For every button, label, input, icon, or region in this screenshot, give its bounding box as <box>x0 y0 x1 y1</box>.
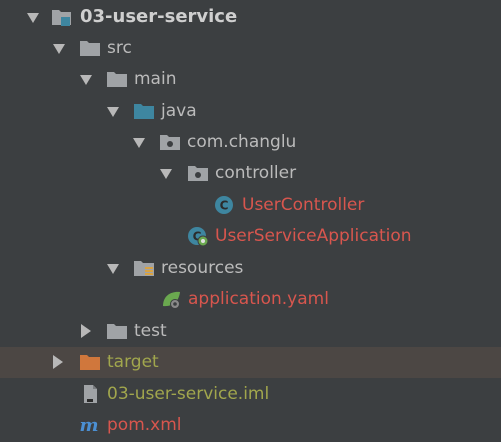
tree-node-label: test <box>134 321 167 341</box>
tree-node-label: 03-user-service <box>80 6 238 27</box>
tree-node-user-service-application[interactable]: C UserServiceApplication <box>0 221 501 252</box>
tree-node-root[interactable]: 03-user-service <box>0 2 501 33</box>
tree-node-label: target <box>107 352 159 372</box>
tree-node-label: application.yaml <box>188 289 329 309</box>
source-root-folder-icon <box>133 101 155 121</box>
expand-arrow-icon[interactable] <box>80 75 92 85</box>
folder-icon <box>79 38 101 58</box>
iml-file-icon <box>79 384 101 404</box>
expand-arrow-icon[interactable] <box>160 169 172 179</box>
resources-folder-icon <box>133 258 155 278</box>
tree-node-label: UserServiceApplication <box>215 226 412 246</box>
tree-node-pom-xml[interactable]: m pom.xml <box>0 410 501 441</box>
excluded-folder-icon <box>79 352 101 372</box>
spring-config-icon <box>160 289 182 309</box>
expand-arrow-icon[interactable] <box>27 13 39 23</box>
svg-text:m: m <box>79 415 98 435</box>
tree-node-label: java <box>161 101 197 121</box>
tree-node-package-controller[interactable]: controller <box>0 158 501 189</box>
tree-node-label: com.changlu <box>187 132 297 152</box>
tree-node-src[interactable]: src <box>0 33 501 64</box>
tree-node-application-yaml[interactable]: application.yaml <box>0 284 501 315</box>
spring-boot-app-icon: C <box>187 226 209 246</box>
tree-node-test[interactable]: test <box>0 316 501 347</box>
expand-arrow-icon[interactable] <box>107 107 119 117</box>
collapse-arrow-icon[interactable] <box>53 355 63 369</box>
tree-node-label: resources <box>161 258 244 278</box>
maven-icon: m <box>78 415 100 435</box>
folder-icon <box>106 69 128 89</box>
package-icon <box>187 163 209 183</box>
folder-icon <box>106 321 128 341</box>
expand-arrow-icon[interactable] <box>133 138 145 148</box>
svg-text:C: C <box>220 199 229 213</box>
project-tree: 03-user-service src main java com.changl… <box>0 0 501 442</box>
tree-node-label: controller <box>215 163 297 183</box>
tree-node-target[interactable]: target <box>0 347 501 378</box>
tree-node-label: UserController <box>242 195 365 215</box>
tree-node-label: main <box>134 69 177 89</box>
tree-node-label: 03-user-service.iml <box>107 384 270 404</box>
tree-node-java[interactable]: java <box>0 96 501 127</box>
collapse-arrow-icon[interactable] <box>81 324 91 338</box>
expand-arrow-icon[interactable] <box>53 44 65 54</box>
module-folder-icon <box>51 7 73 27</box>
tree-node-label: pom.xml <box>107 415 182 435</box>
package-icon <box>159 132 181 152</box>
expand-arrow-icon[interactable] <box>107 264 119 274</box>
java-class-icon: C <box>214 195 236 215</box>
tree-node-package-com-changlu[interactable]: com.changlu <box>0 127 501 158</box>
tree-node-iml-file[interactable]: 03-user-service.iml <box>0 379 501 410</box>
tree-node-main[interactable]: main <box>0 64 501 95</box>
tree-node-label: src <box>107 38 132 58</box>
tree-node-resources[interactable]: resources <box>0 253 501 284</box>
tree-node-user-controller[interactable]: C UserController <box>0 190 501 221</box>
